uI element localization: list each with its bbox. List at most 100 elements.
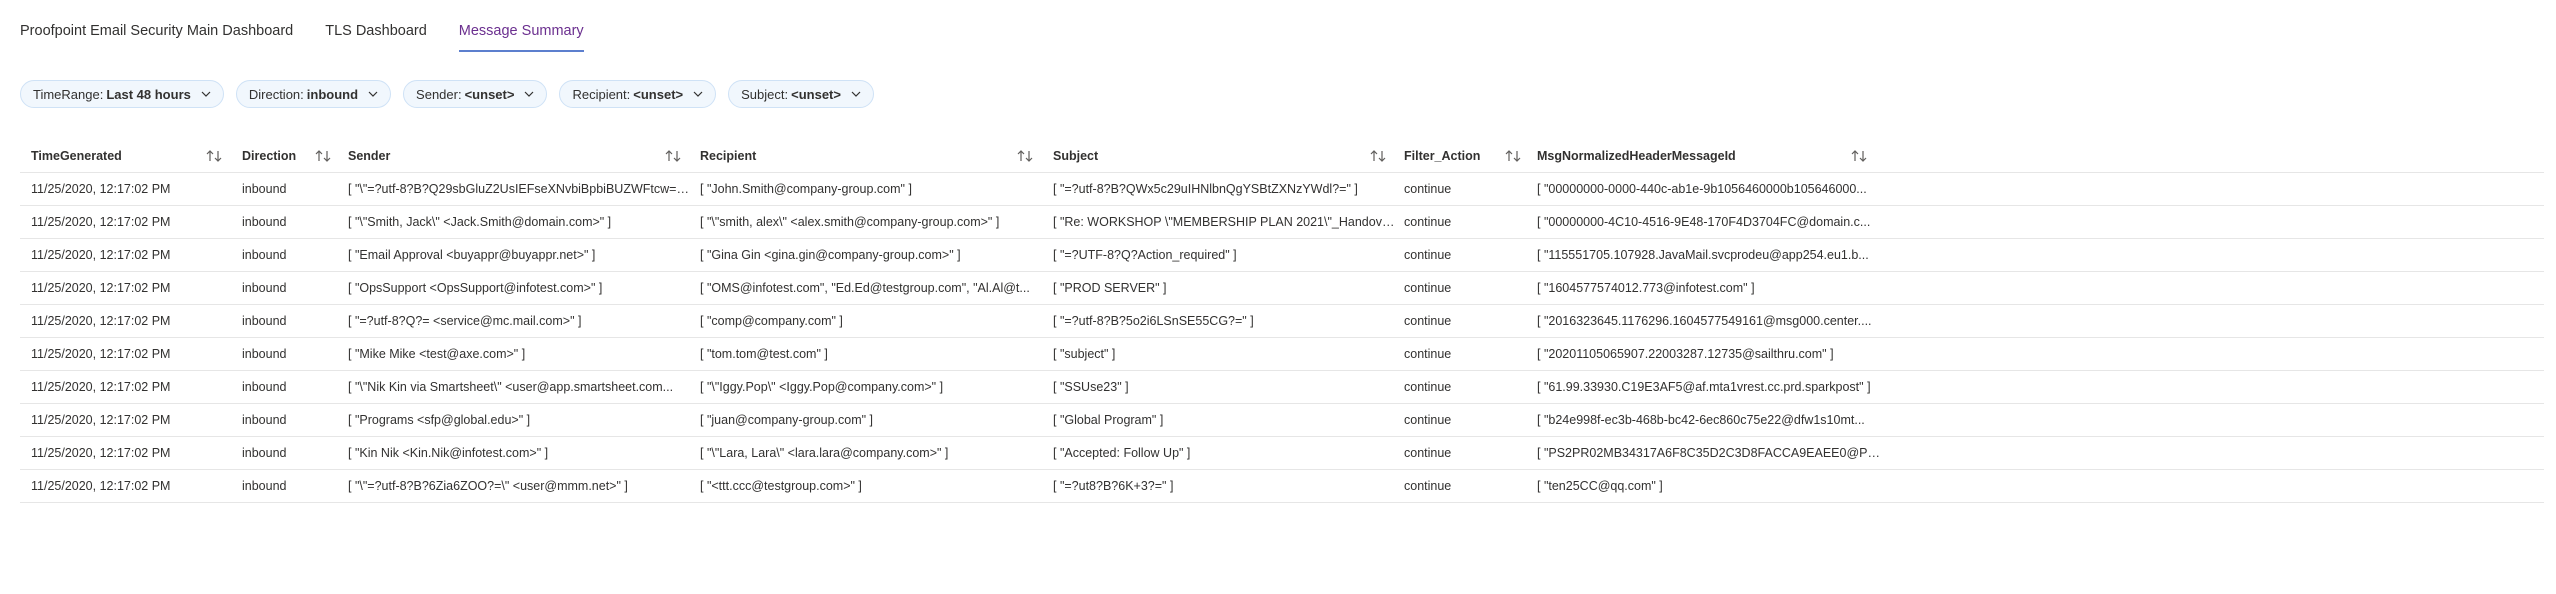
column-header[interactable]: Direction [242, 140, 308, 172]
tab-tls-dashboard[interactable]: TLS Dashboard [325, 22, 427, 52]
chevron-down-icon [524, 91, 534, 97]
table-row[interactable]: 11/25/2020, 12:17:02 PM inbound [ "Program… [20, 404, 2544, 437]
table-cell: continue [1404, 182, 1452, 196]
column-header[interactable]: Sender [348, 140, 658, 172]
filter-timerange[interactable]: TimeRange: Last 48 hours [20, 80, 224, 108]
filter-label: Sender: [416, 86, 462, 102]
sort-arrows-icon[interactable] [1369, 149, 1387, 163]
chevron-down-icon [368, 91, 378, 97]
table-cell: [ "Email Approval <buyappr@buyappr.net>"… [348, 248, 596, 262]
table-cell: inbound [242, 182, 287, 196]
filter-label: Recipient: [572, 86, 631, 102]
sort-arrows-icon[interactable] [664, 149, 682, 163]
table-cell: [ "\"Lara, Lara\" <lara.lara@company.com… [700, 446, 949, 460]
table-cell: [ "00000000-4C10-4516-9E48-170F4D3704FC@… [1537, 215, 1871, 229]
table-row[interactable]: 11/25/2020, 12:17:02 PM inbound [ "\"Smith… [20, 206, 2544, 239]
table-cell: 11/25/2020, 12:17:02 PM [31, 479, 171, 493]
table-cell: [ "comp@company.com" ] [700, 314, 843, 328]
table-cell: [ "Kin Nik <Kin.Nik@infotest.com>" ] [348, 446, 549, 460]
filter-sender[interactable]: Sender: <unset> [403, 80, 548, 108]
tab-message-summary[interactable]: Message Summary [458, 22, 584, 52]
table-row[interactable]: 11/25/2020, 12:17:02 PM inbound [ "OpsSupp… [20, 272, 2544, 305]
table-cell: 11/25/2020, 12:17:02 PM [31, 380, 171, 394]
table-cell: continue [1404, 347, 1452, 361]
table-cell: [ "Global Program" ] [1053, 413, 1164, 427]
table-cell: [ "61.99.33930.C19E3AF5@af.mta1vrest.cc.… [1537, 380, 1871, 394]
table-cell: [ "OMS@infotest.com", "Ed.Ed@testgroup.c… [700, 281, 1030, 295]
filter-recipient[interactable]: Recipient: <unset> [559, 80, 717, 108]
table-cell: [ "subject" ] [1053, 347, 1116, 361]
table-cell: [ "\"smith, alex\" <alex.smith@company-g… [700, 215, 1000, 229]
column-header[interactable]: TimeGenerated [31, 140, 199, 172]
table-cell: [ "115551705.107928.JavaMail.svcprodeu@a… [1537, 248, 1869, 262]
table-cell: inbound [242, 281, 287, 295]
sort-arrows-icon[interactable] [205, 149, 223, 163]
sort-arrows-icon[interactable] [1016, 149, 1034, 163]
table-row[interactable]: 11/25/2020, 12:17:02 PM inbound [ "\"=?utf… [20, 173, 2544, 206]
tab-bar: Proofpoint Email Security Main Dashboard… [20, 22, 616, 52]
tab-main-dashboard[interactable]: Proofpoint Email Security Main Dashboard [20, 22, 293, 52]
table-cell: 11/25/2020, 12:17:02 PM [31, 281, 171, 295]
table-row[interactable]: 11/25/2020, 12:17:02 PM inbound [ "Mike Mi… [20, 338, 2544, 371]
table-cell: inbound [242, 248, 287, 262]
table-cell: [ "OpsSupport <OpsSupport@infotest.com>"… [348, 281, 603, 295]
table-cell: inbound [242, 347, 287, 361]
table-cell: [ "ten25CC@qq.com" ] [1537, 479, 1663, 493]
table-cell: [ "=?utf-8?B?QWx5c29uIHNlbnQgYSBtZXNzYWd… [1053, 182, 1358, 196]
table-cell: inbound [242, 215, 287, 229]
table-cell: inbound [242, 413, 287, 427]
table-cell: [ "juan@company-group.com" ] [700, 413, 874, 427]
sort-arrows-icon[interactable] [1850, 149, 1868, 163]
column-header[interactable]: Filter_Action [1404, 140, 1498, 172]
table-row[interactable]: 11/25/2020, 12:17:02 PM inbound [ "Kin Nik… [20, 437, 2544, 470]
table-cell: [ "John.Smith@company-group.com" ] [700, 182, 912, 196]
filter-value: <unset> [791, 86, 841, 102]
table-cell: inbound [242, 314, 287, 328]
table-cell: [ "PROD SERVER" ] [1053, 281, 1167, 295]
table-cell: [ "Mike Mike <test@axe.com>" ] [348, 347, 526, 361]
table-body: 11/25/2020, 12:17:02 PM inbound [ "\"=?utf… [20, 173, 2544, 503]
filter-subject[interactable]: Subject: <unset> [728, 80, 874, 108]
table-cell: 11/25/2020, 12:17:02 PM [31, 314, 171, 328]
table-cell: continue [1404, 413, 1452, 427]
table-cell: [ "=?ut8?B?6K+3?=" ] [1053, 479, 1174, 493]
column-header[interactable]: MsgNormalizedHeaderMessageId [1537, 140, 1844, 172]
filter-label: Subject: [741, 86, 789, 102]
table-cell: continue [1404, 446, 1452, 460]
table-row[interactable]: 11/25/2020, 12:17:02 PM inbound [ "\"=?utf… [20, 470, 2544, 503]
table-cell: 11/25/2020, 12:17:02 PM [31, 347, 171, 361]
table-cell: [ "1604577574012.773@infotest.com" ] [1537, 281, 1755, 295]
filter-label: TimeRange: [33, 86, 104, 102]
table-cell: [ "Gina Gin <gina.gin@company-group.com>… [700, 248, 961, 262]
filter-value: inbound [306, 86, 359, 102]
table-cell: 11/25/2020, 12:17:02 PM [31, 248, 171, 262]
table-cell: inbound [242, 479, 287, 493]
table-cell: [ "\"=?utf-8?B?Q29sbGluZ2UsIEFseXNvbiBpb… [348, 182, 693, 196]
table-cell: 11/25/2020, 12:17:02 PM [31, 215, 171, 229]
table-row[interactable]: 11/25/2020, 12:17:02 PM inbound [ "\"Nik K… [20, 371, 2544, 404]
table-cell: [ "2016323645.1176296.1604577549161@msg0… [1537, 314, 1872, 328]
table-row[interactable]: 11/25/2020, 12:17:02 PM inbound [ "=?utf-8… [20, 305, 2544, 338]
filter-value: Last 48 hours [106, 86, 191, 102]
table-cell: continue [1404, 479, 1452, 493]
table-row[interactable]: 11/25/2020, 12:17:02 PM inbound [ "Email A… [20, 239, 2544, 272]
table-cell: continue [1404, 215, 1452, 229]
column-header[interactable]: Recipient [700, 140, 1010, 172]
table-cell: [ "\"=?utf-8?B?6Zia6ZOO?=\" <user@mmm.ne… [348, 479, 628, 493]
table-cell: [ "Programs <sfp@global.edu>" ] [348, 413, 531, 427]
table-cell: [ "SSUse23" ] [1053, 380, 1129, 394]
sort-arrows-icon[interactable] [314, 149, 332, 163]
table-cell: inbound [242, 380, 287, 394]
table-cell: continue [1404, 281, 1452, 295]
table-cell: 11/25/2020, 12:17:02 PM [31, 182, 171, 196]
chevron-down-icon [201, 91, 211, 97]
column-header[interactable]: Subject [1053, 140, 1363, 172]
table-cell: [ "\"Smith, Jack\" <Jack.Smith@domain.co… [348, 215, 612, 229]
table-cell: [ "\"Iggy.Pop\" <Iggy.Pop@company.com>" … [700, 380, 944, 394]
filter-direction[interactable]: Direction: inbound [235, 80, 392, 108]
chevron-down-icon [851, 91, 861, 97]
table-cell: continue [1404, 314, 1452, 328]
sort-arrows-icon[interactable] [1504, 149, 1522, 163]
table-cell: [ "=?utf-8?Q?= <service@mc.mail.com>" ] [348, 314, 582, 328]
table-cell: [ "Re: WORKSHOP \"MEMBERSHIP PLAN 2021\"… [1053, 215, 1398, 229]
